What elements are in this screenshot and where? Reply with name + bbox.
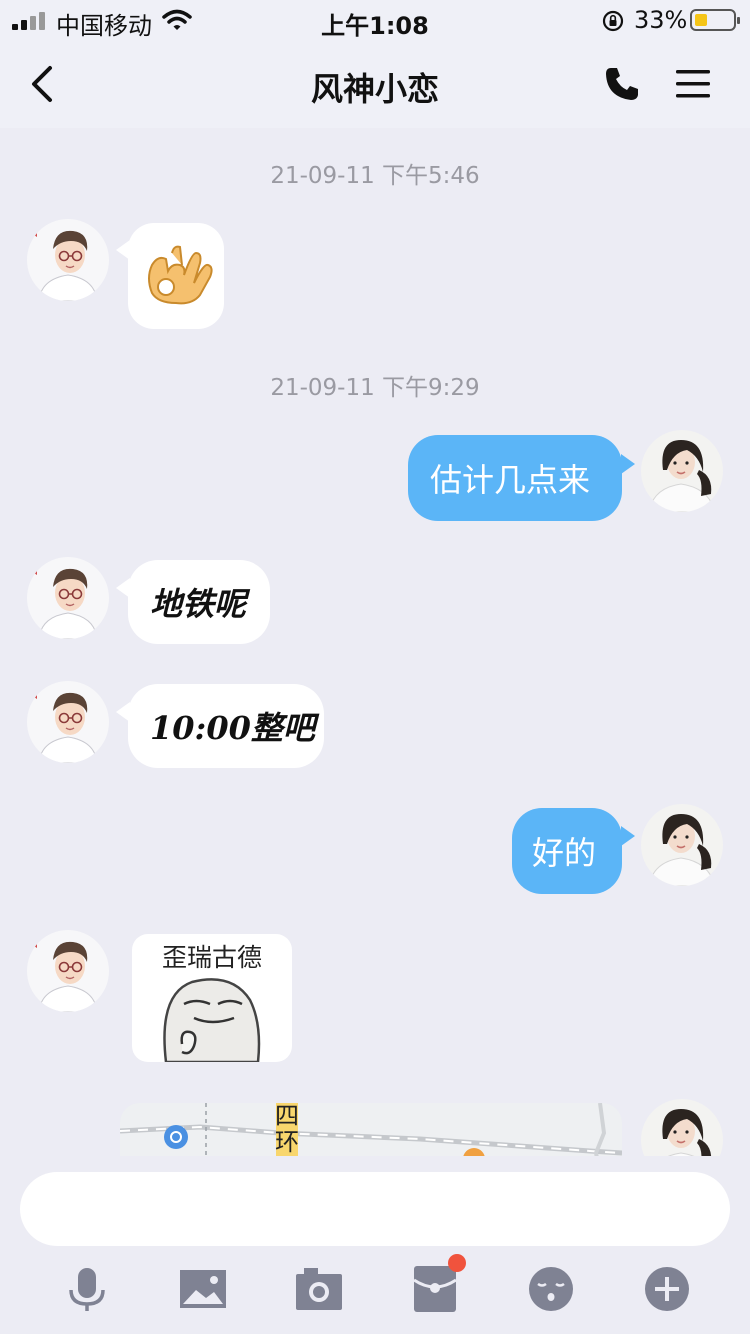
message-input[interactable] — [20, 1172, 730, 1246]
input-area — [0, 1156, 750, 1334]
received-message-bubble[interactable]: 地铁呢 — [128, 560, 270, 644]
nav-bar: 风神小恋 — [0, 40, 750, 128]
ok-hand-emoji-icon — [148, 245, 213, 305]
phone-icon[interactable] — [602, 64, 642, 104]
ok-hand-sticker[interactable] — [128, 223, 224, 329]
contact-avatar[interactable] — [27, 557, 109, 639]
emoji-icon[interactable] — [526, 1264, 576, 1314]
battery-percent: 33% — [634, 6, 688, 34]
contact-avatar[interactable] — [27, 219, 109, 301]
contact-avatar[interactable] — [27, 681, 109, 763]
sent-message-bubble[interactable]: 好的 — [512, 808, 622, 894]
location-card[interactable]: 四环 — [120, 1103, 622, 1156]
camera-icon[interactable] — [294, 1264, 344, 1314]
map-road-label: 四环 — [275, 1103, 299, 1156]
chat-message-list[interactable]: 21-09-11 下午5:46 21-09-11 下午9:29 估计几点来 地铁… — [0, 128, 750, 1156]
received-message-bubble[interactable]: 10:00整吧 — [128, 684, 324, 768]
my-avatar[interactable] — [641, 1099, 723, 1156]
battery-icon — [690, 9, 740, 31]
message-text: 好的 — [532, 834, 597, 872]
message-text: 10:00整吧 — [150, 709, 315, 747]
rotation-lock-icon — [602, 10, 624, 32]
message-text: 估计几点来 — [430, 461, 591, 499]
map-preview — [120, 1103, 622, 1156]
message-timestamp: 21-09-11 下午5:46 — [270, 163, 480, 189]
my-avatar[interactable] — [641, 430, 723, 512]
battery-fill — [695, 14, 707, 26]
message-timestamp: 21-09-11 下午9:29 — [270, 375, 480, 401]
microphone-icon[interactable] — [62, 1264, 112, 1314]
red-packet-icon[interactable] — [410, 1264, 460, 1314]
plus-icon[interactable] — [642, 1264, 692, 1314]
sent-message-bubble[interactable]: 估计几点来 — [408, 435, 622, 521]
image-icon[interactable] — [178, 1264, 228, 1314]
status-bar: 中国移动 上午1:08 33% — [0, 0, 750, 40]
notification-badge — [448, 1254, 466, 1272]
contact-avatar[interactable] — [27, 930, 109, 1012]
message-text: 地铁呢 — [150, 585, 247, 623]
very-good-sticker[interactable]: 歪瑞古德 — [132, 934, 292, 1062]
my-avatar[interactable] — [641, 804, 723, 886]
menu-icon[interactable] — [674, 66, 712, 102]
meme-face-icon — [163, 978, 261, 1062]
